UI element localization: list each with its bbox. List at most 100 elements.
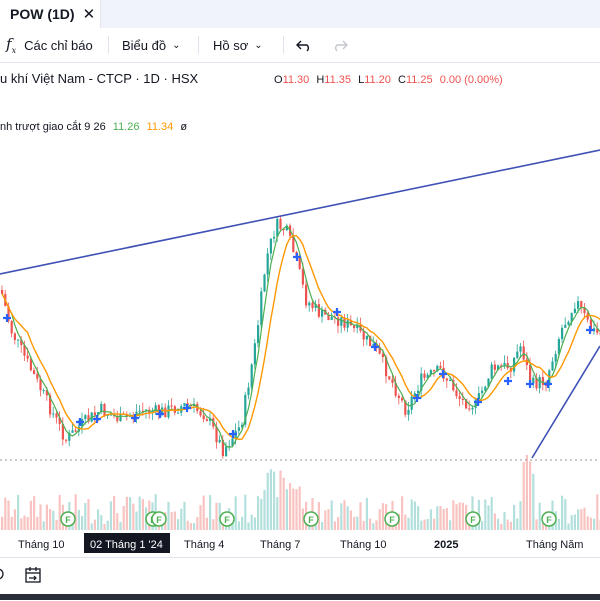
- volume-bar: [567, 523, 570, 530]
- volume-bar: [561, 495, 564, 530]
- volume-bar: [100, 515, 103, 530]
- indicators-button[interactable]: fx Các chỉ báo: [6, 28, 93, 62]
- toolbar-divider: [283, 36, 284, 54]
- time-label-4: Tháng 7: [260, 539, 300, 551]
- candle-body: [26, 355, 29, 359]
- candle-body: [519, 346, 522, 352]
- indicators-label: Các chỉ báo: [24, 37, 93, 53]
- candle-body: [177, 412, 180, 414]
- candle-body: [561, 327, 564, 340]
- dividend-marker-label: F: [308, 515, 314, 525]
- undo-icon: [296, 40, 309, 52]
- svg-text:O11.30 H11.35 L11.: O11.30 H11.35 L11.20 C11.25 0.00 (0.00%): [274, 74, 503, 86]
- volume-bar: [81, 516, 84, 530]
- tab-bar: POW (1D) ✕: [0, 0, 600, 29]
- indicator-label: nh trượt giao cắt 9 26: [0, 120, 106, 133]
- volume-bar: [285, 489, 288, 530]
- volume-bar: [122, 505, 125, 530]
- volume-bar: [13, 509, 16, 530]
- candle-body: [13, 333, 16, 341]
- candle-body: [577, 301, 580, 309]
- indicator-value-orange: 11.34: [147, 121, 174, 133]
- ohlc-close-label: C: [398, 74, 406, 86]
- dividend-marker-label: F: [470, 515, 476, 525]
- volume-bar: [433, 518, 436, 530]
- volume-bar: [97, 509, 100, 530]
- window-bottom-edge: [0, 594, 600, 600]
- candle-body: [541, 377, 544, 385]
- function-icon: fx: [6, 35, 17, 55]
- volume-bar: [276, 497, 279, 530]
- volume-bar: [481, 521, 484, 530]
- volume-bar: [349, 510, 352, 530]
- svg-text:nh trượt giao cắt 9 26 1: nh trượt giao cắt 9 26 11.26 11.34 ø: [0, 120, 187, 133]
- candle-body: [449, 379, 452, 381]
- candle-body: [199, 411, 202, 416]
- candle-body: [1, 290, 4, 294]
- candle-body: [346, 320, 349, 328]
- volume-bar: [49, 509, 52, 530]
- candle-body: [445, 378, 448, 381]
- volume-bar: [337, 517, 340, 530]
- volume-bar: [237, 521, 240, 530]
- volume-bar: [532, 473, 535, 530]
- ohlc-change: 0.00 (0.00%): [440, 74, 503, 86]
- tab-pow[interactable]: POW (1D) ✕: [0, 0, 101, 28]
- candle-body: [516, 351, 519, 358]
- calendar-icon[interactable]: [24, 566, 42, 584]
- tab-title: POW (1D): [10, 6, 75, 22]
- volume-bar: [17, 494, 20, 530]
- symbol-description: u khí Việt Nam - CTCP · 1D · HSX: [0, 71, 199, 86]
- volume-bar: [241, 516, 244, 530]
- close-icon[interactable]: ✕: [83, 5, 96, 23]
- volume-bar: [45, 504, 48, 530]
- volume-bar: [359, 502, 362, 530]
- candle-body: [471, 407, 474, 410]
- candle-body: [522, 346, 525, 360]
- volume-bar: [372, 523, 375, 530]
- volume-bar: [205, 517, 208, 530]
- candle-body: [42, 390, 45, 392]
- candle-body: [279, 218, 282, 230]
- volume-bar: [378, 509, 381, 530]
- volume-bar: [7, 500, 10, 530]
- volume-bar: [282, 477, 285, 530]
- volume-bar: [362, 521, 365, 530]
- dividend-marker-label: F: [546, 515, 552, 525]
- candle-body: [410, 396, 413, 410]
- ohlc-close: 11.25: [406, 74, 433, 86]
- profile-button[interactable]: Hồ sơ ⌄: [213, 28, 263, 62]
- volume-bar: [538, 502, 541, 530]
- volume-bar: [29, 500, 32, 530]
- volume-bar: [141, 499, 144, 530]
- volume-bar: [445, 508, 448, 530]
- volume-bar: [186, 520, 189, 530]
- volume-bar: [596, 494, 599, 530]
- volume-bar: [535, 519, 538, 530]
- volume-bar: [369, 518, 372, 530]
- volume-bar: [125, 496, 128, 530]
- candle-body: [458, 396, 461, 399]
- volume-bar: [593, 518, 596, 530]
- dividend-marker-label: F: [65, 515, 71, 525]
- time-axis: Tháng 10 02 Tháng 1 '24 Tháng 4 Tháng 7 …: [18, 533, 583, 553]
- undo-button[interactable]: [296, 28, 312, 62]
- scroll-icon[interactable]: [0, 566, 8, 582]
- price-chart[interactable]: u khí Việt Nam - CTCP · 1D · HSX O11.30 …: [0, 63, 600, 557]
- volume-bar: [519, 501, 522, 530]
- time-label-5: Tháng 10: [340, 539, 386, 551]
- candle-body: [365, 335, 368, 340]
- chart-type-button[interactable]: Biểu đồ ⌄: [122, 28, 180, 62]
- chevron-down-icon: ⌄: [254, 39, 263, 51]
- candle-body: [225, 446, 228, 457]
- volume-bar: [513, 504, 516, 530]
- candle-body: [321, 309, 324, 317]
- volume-bar: [577, 509, 580, 530]
- trendline-lower[interactable]: [531, 345, 600, 459]
- volume-bar: [497, 518, 500, 530]
- volume-bar: [490, 496, 493, 530]
- time-label-1: Tháng 10: [18, 539, 64, 551]
- volume-bar: [580, 509, 583, 530]
- volume-bar: [324, 510, 327, 530]
- redo-button[interactable]: [332, 28, 348, 62]
